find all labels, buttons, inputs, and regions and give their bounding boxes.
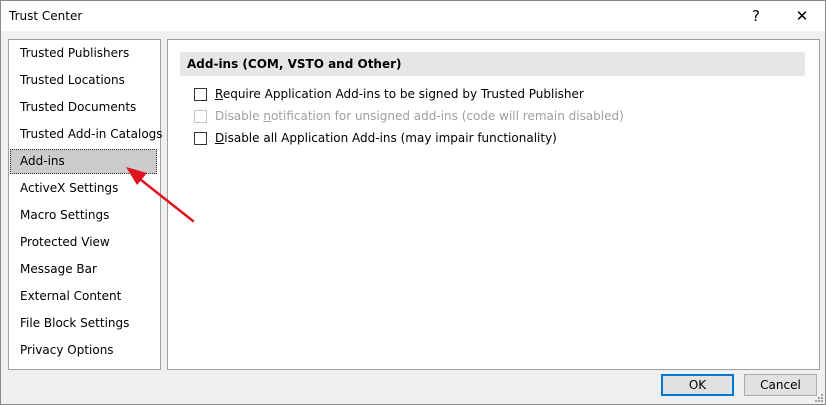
- option-disable-all-addins[interactable]: Disable all Application Add-ins (may imp…: [194, 129, 557, 147]
- checkbox-disable-all-addins[interactable]: [194, 131, 207, 145]
- option-disable-notification: Disable notification for unsigned add-in…: [194, 107, 624, 125]
- help-button[interactable]: ?: [733, 1, 779, 31]
- resize-grip-icon[interactable]: [813, 392, 823, 402]
- title-bar: Trust Center ? ✕: [1, 1, 825, 31]
- option-label: Require Application Add-ins to be signed…: [215, 87, 584, 101]
- sidebar-item-message-bar[interactable]: Message Bar: [10, 257, 157, 282]
- trust-center-dialog: Trust Center ? ✕ Trusted Publishers Trus…: [0, 0, 826, 405]
- sidebar-item-macro-settings[interactable]: Macro Settings: [10, 203, 157, 228]
- option-require-signed[interactable]: Require Application Add-ins to be signed…: [194, 85, 584, 103]
- option-label: Disable notification for unsigned add-in…: [215, 109, 624, 123]
- sidebar-item-file-block-settings[interactable]: File Block Settings: [10, 311, 157, 336]
- close-icon: ✕: [795, 7, 809, 25]
- sidebar: Trusted Publishers Trusted Locations Tru…: [8, 39, 163, 370]
- sidebar-item-trusted-documents[interactable]: Trusted Documents: [10, 95, 157, 120]
- dialog-title: Trust Center: [9, 9, 83, 23]
- main-panel: Add-ins (COM, VSTO and Other) Require Ap…: [167, 39, 820, 370]
- sidebar-item-protected-view[interactable]: Protected View: [10, 230, 157, 255]
- sidebar-item-privacy-options[interactable]: Privacy Options: [10, 338, 157, 363]
- cancel-button[interactable]: Cancel: [744, 374, 817, 396]
- sidebar-item-trusted-publishers[interactable]: Trusted Publishers: [10, 41, 157, 66]
- checkbox-require-signed[interactable]: [194, 87, 207, 101]
- sidebar-item-external-content[interactable]: External Content: [10, 284, 157, 309]
- sidebar-item-trusted-locations[interactable]: Trusted Locations: [10, 68, 157, 93]
- sidebar-item-activex-settings[interactable]: ActiveX Settings: [10, 176, 157, 201]
- sidebar-item-add-ins[interactable]: Add-ins: [10, 149, 157, 174]
- help-icon: ?: [752, 7, 760, 25]
- option-label: Disable all Application Add-ins (may imp…: [215, 131, 557, 145]
- sidebar-item-trusted-add-in-catalogs[interactable]: Trusted Add-in Catalogs: [10, 122, 163, 147]
- close-button[interactable]: ✕: [779, 1, 825, 31]
- checkbox-disable-notification: [194, 109, 207, 123]
- ok-button[interactable]: OK: [661, 374, 734, 396]
- section-header: Add-ins (COM, VSTO and Other): [180, 52, 805, 76]
